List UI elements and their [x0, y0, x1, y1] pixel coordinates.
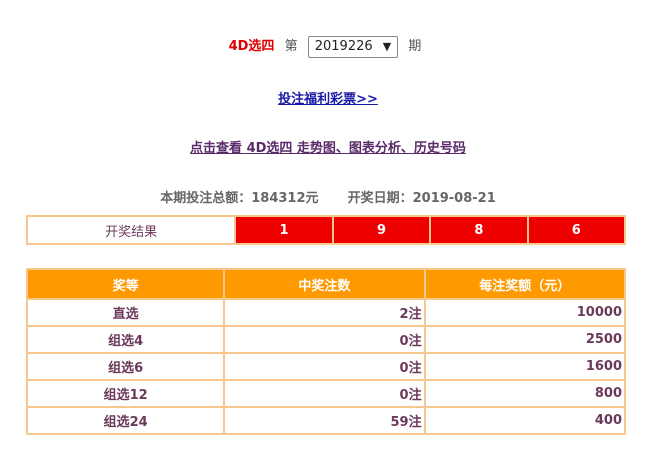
draw-date-value: 2019-08-21 — [412, 191, 496, 206]
prize-table-header: 奖等 中奖注数 每注奖额（元） — [25, 268, 627, 300]
result-number-2: 9 — [331, 215, 432, 245]
table-row: 组选12 0注 800 — [25, 379, 627, 408]
result-number-3: 8 — [429, 215, 529, 245]
winner-count: 0注 — [223, 325, 426, 354]
prize-level: 直选 — [25, 298, 226, 327]
draw-result-table: 开奖结果 1 9 8 6 — [25, 215, 627, 245]
table-row: 直选 2注 10000 — [25, 298, 627, 327]
prize-amount: 2500 — [423, 325, 627, 354]
winner-count: 2注 — [223, 298, 426, 327]
prize-amount: 400 — [423, 406, 627, 435]
prize-level: 组选6 — [25, 352, 226, 381]
prize-level: 组选12 — [25, 379, 226, 408]
period-prefix: 第 — [284, 39, 298, 54]
total-sales-value: 184312元 — [251, 191, 319, 206]
prize-amount: 10000 — [423, 298, 627, 327]
trend-chart-link[interactable]: 点击查看 4D选四 走势图、图表分析、历史号码 — [0, 137, 656, 156]
header-count: 中奖注数 — [223, 268, 426, 300]
result-number-1: 1 — [234, 215, 334, 245]
draw-date-label: 开奖日期： — [347, 191, 413, 206]
draw-summary: 本期投注总额：184312元 开奖日期：2019-08-21 — [0, 187, 656, 206]
prize-amount: 800 — [423, 379, 627, 408]
chevron-down-icon: ▼ — [382, 39, 392, 53]
winner-count: 0注 — [223, 379, 426, 408]
page: 4D选四 第 2019226 ▼ 期 投注福利彩票>> 点击查看 4D选四 走势… — [0, 0, 656, 450]
table-row: 组选6 0注 1600 — [25, 352, 627, 381]
total-sales-label: 本期投注总额： — [160, 191, 252, 206]
header-level: 奖等 — [25, 268, 226, 300]
prize-table: 奖等 中奖注数 每注奖额（元） 直选 2注 10000 组选4 0注 2500 … — [25, 268, 627, 435]
table-row: 组选4 0注 2500 — [25, 325, 627, 354]
result-number-4: 6 — [526, 215, 627, 245]
table-row: 组选24 59注 400 — [25, 406, 627, 435]
period-suffix: 期 — [408, 39, 422, 54]
period-select-value: 2019226 — [314, 38, 373, 54]
winner-count: 0注 — [223, 352, 426, 381]
buy-lottery-link[interactable]: 投注福利彩票>> — [0, 88, 656, 107]
draw-result-label: 开奖结果 — [25, 215, 237, 245]
header-amount: 每注奖额（元） — [423, 268, 627, 300]
period-select[interactable]: 2019226 ▼ — [307, 35, 399, 58]
game-name: 4D选四 — [228, 39, 275, 54]
draw-result-row: 开奖结果 1 9 8 6 — [25, 215, 627, 245]
winner-count: 59注 — [223, 406, 426, 435]
prize-level: 组选4 — [25, 325, 226, 354]
issue-selector-row: 4D选四 第 2019226 ▼ 期 — [0, 35, 656, 59]
prize-amount: 1600 — [423, 352, 627, 381]
prize-level: 组选24 — [25, 406, 226, 435]
